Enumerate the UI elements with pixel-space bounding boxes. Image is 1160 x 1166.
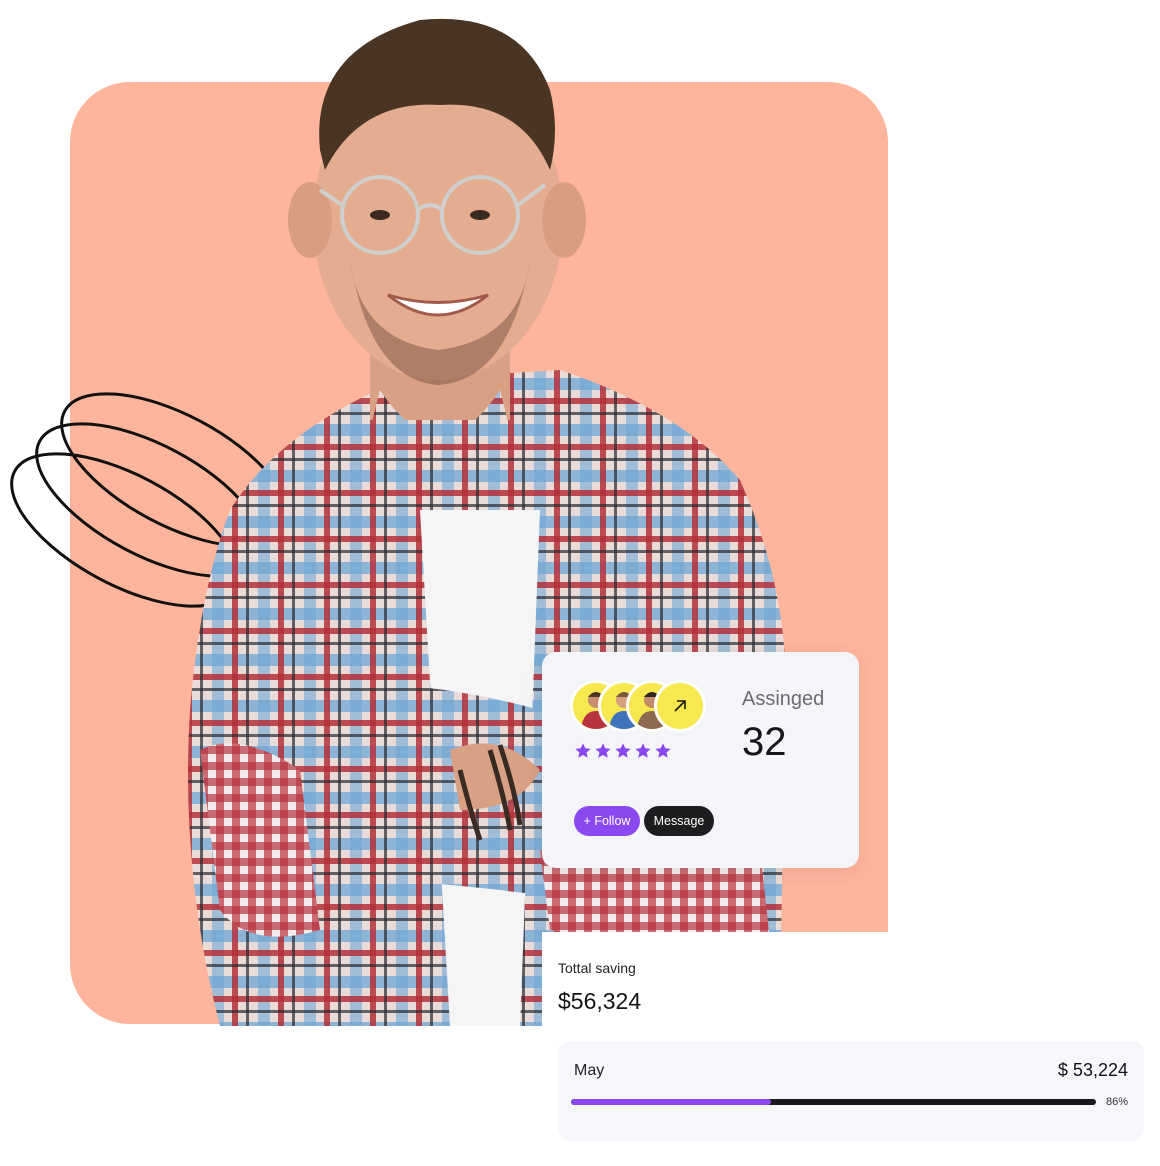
star-icon — [575, 743, 591, 758]
star-icon — [595, 743, 611, 758]
follow-button[interactable]: + Follow — [574, 806, 640, 836]
message-button[interactable]: Message — [644, 806, 714, 836]
assigned-card: Assinged 32 + Follow Message — [542, 652, 859, 868]
progress-fill — [571, 1099, 771, 1105]
star-icon — [655, 743, 671, 758]
assigned-label: Assinged — [742, 688, 825, 710]
arrow-up-right-icon[interactable] — [654, 680, 706, 732]
month-name: May — [574, 1062, 605, 1079]
star-icon — [635, 743, 651, 758]
month-panel: May $ 53,224 86% — [558, 1041, 1144, 1141]
star-icon — [615, 743, 631, 758]
avatar-group — [570, 680, 710, 732]
progress-percent: 86% — [1105, 1096, 1128, 1108]
assigned-count: 32 — [742, 720, 787, 764]
savings-value: $56,324 — [558, 988, 642, 1014]
star-rating — [574, 742, 672, 760]
month-amount: $ 53,224 — [1057, 1060, 1128, 1080]
savings-card: Tottal saving $56,324 May $ 53,224 86% — [542, 932, 1160, 1166]
person-photo — [188, 18, 785, 1026]
savings-label: Tottal saving — [558, 960, 636, 976]
progress-bar — [571, 1099, 1096, 1105]
